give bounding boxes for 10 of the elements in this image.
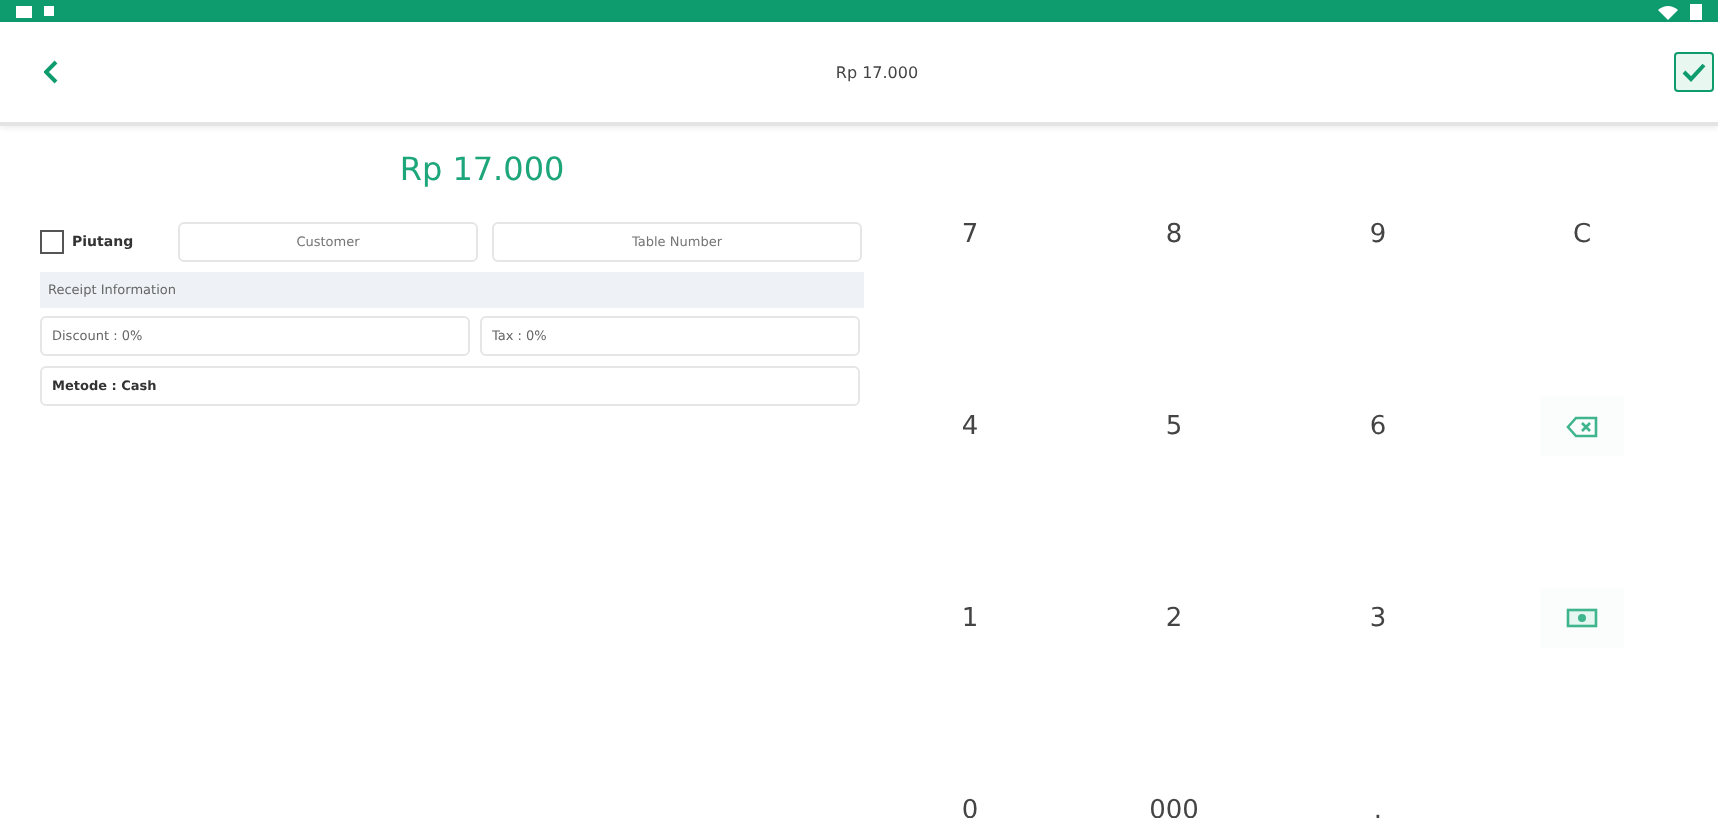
banknote-icon [1566, 608, 1598, 628]
confirm-button[interactable] [1673, 52, 1714, 92]
total-amount: Rp 17.000 [399, 150, 565, 188]
header-title: Rp 17.000 [835, 63, 919, 81]
piutang-checkbox[interactable] [40, 230, 64, 254]
checkmark-icon [1681, 62, 1706, 82]
chevron-left-icon [44, 60, 60, 84]
backspace-icon [1566, 415, 1598, 437]
backspace-button[interactable] [1540, 396, 1624, 456]
cash-button[interactable] [1540, 588, 1624, 648]
